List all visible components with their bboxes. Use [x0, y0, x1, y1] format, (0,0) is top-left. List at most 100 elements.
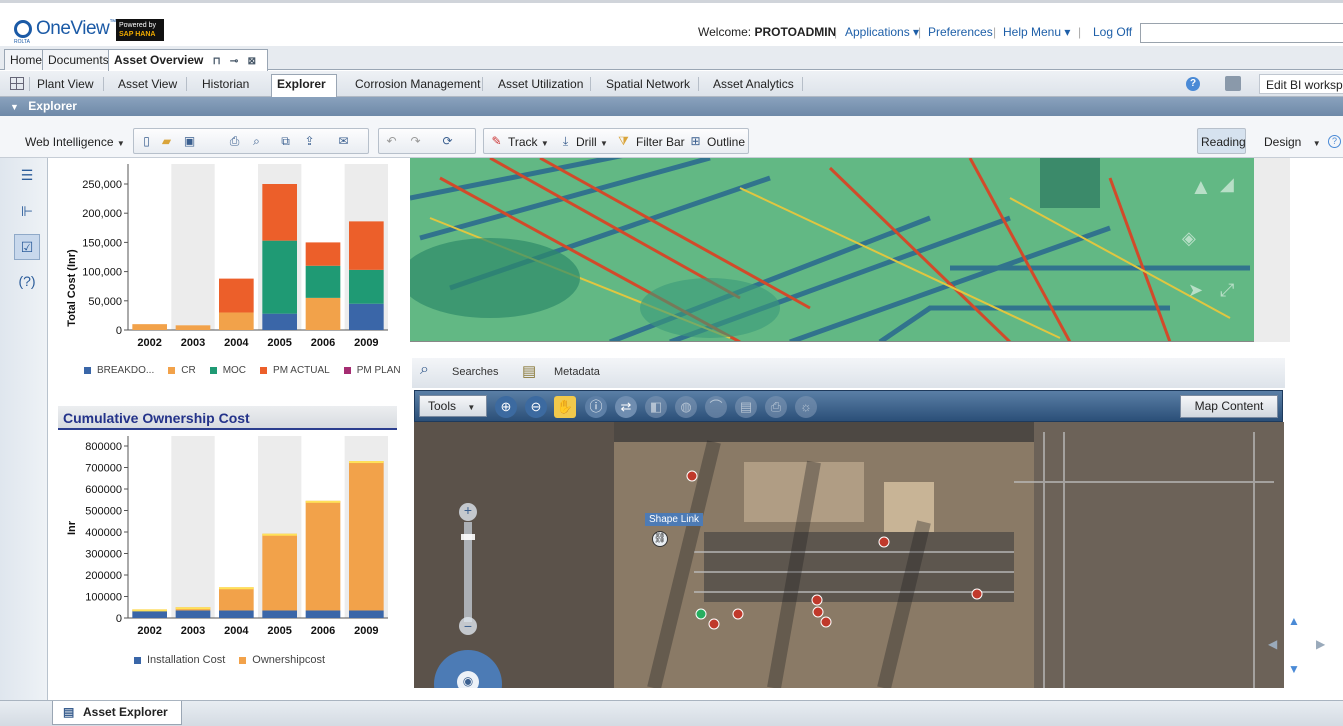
bar-segment[interactable] — [305, 500, 341, 611]
bar-segment[interactable] — [349, 610, 384, 618]
rotate-icon[interactable]: ◢ — [1220, 174, 1234, 195]
tab-explorer[interactable]: Explorer — [277, 77, 326, 91]
navigation-map-icon[interactable]: ⊩ — [14, 198, 40, 224]
web-intelligence-menu[interactable]: Web Intelligence ▼ — [25, 135, 125, 149]
find-icon[interactable]: ⌕ — [249, 134, 264, 148]
measure-icon[interactable]: ⌒ — [705, 396, 727, 418]
map-content-button[interactable]: Map Content — [1180, 395, 1278, 418]
applications-menu[interactable]: Applications ▾ — [845, 25, 919, 39]
history-icon[interactable]: ⧉ — [278, 134, 293, 148]
bar-segment[interactable] — [262, 533, 297, 611]
tools-menu[interactable]: Tools ▼ — [419, 395, 487, 417]
explorer-section-header[interactable]: ▼ Explorer — [0, 97, 1343, 116]
help-icon[interactable]: ? — [1186, 77, 1200, 91]
link-icon[interactable]: ⛓ — [652, 531, 668, 547]
tab-plant-view[interactable]: Plant View — [37, 77, 93, 91]
tab-asset-view[interactable]: Asset View — [118, 77, 177, 91]
bar-segment[interactable] — [305, 297, 341, 330]
open-folder-icon[interactable]: ▰ — [159, 134, 174, 148]
plant-3d-view[interactable] — [410, 158, 1290, 342]
bar-segment[interactable] — [349, 461, 384, 611]
refresh-icon[interactable]: ⟳ — [440, 134, 455, 148]
new-document-icon[interactable]: ▯ — [139, 134, 154, 148]
grid-icon[interactable] — [10, 77, 24, 90]
bar-segment[interactable] — [219, 610, 254, 618]
log-off-link[interactable]: Log Off — [1093, 25, 1132, 39]
layer-icon[interactable]: ◧ — [645, 396, 667, 418]
scroll-up-icon[interactable]: ▲ — [1288, 614, 1300, 628]
fullscreen-icon[interactable]: ⤢ — [1220, 280, 1234, 301]
tab-asset-utilization[interactable]: Asset Utilization — [498, 77, 583, 91]
drill-button[interactable]: Drill ▼ — [576, 135, 608, 149]
globe-nav-icon[interactable]: ◉ — [461, 674, 475, 688]
bar-segment[interactable] — [262, 184, 297, 241]
document-structure-icon[interactable]: ☰ — [14, 162, 40, 188]
redo-icon[interactable]: ↷ — [408, 134, 423, 148]
bar-segment[interactable] — [349, 303, 384, 330]
searches-icon[interactable]: ⌕ — [420, 361, 429, 379]
scroll-right-icon[interactable]: ▶ — [1316, 637, 1325, 651]
question-icon[interactable]: (?) — [14, 268, 40, 294]
zoom-slider-plus-icon[interactable]: + — [461, 503, 475, 517]
tab-asset-analytics[interactable]: Asset Analytics — [713, 77, 794, 91]
tab-asset-explorer[interactable]: ▤ Asset Explorer — [52, 701, 182, 725]
tab-documents[interactable]: Documents — [42, 49, 115, 70]
bar-segment[interactable] — [305, 265, 341, 298]
info-icon[interactable]: ⓘ — [585, 396, 607, 418]
track-button[interactable]: Track ▼ — [508, 135, 549, 149]
input-controls-icon[interactable]: ☑ — [14, 234, 40, 260]
bar-segment[interactable] — [175, 610, 211, 618]
bar-segment[interactable] — [305, 610, 341, 618]
print-icon[interactable] — [1225, 76, 1241, 91]
bulb-icon[interactable]: ☼ — [795, 396, 817, 418]
reading-mode-button[interactable]: Reading — [1201, 135, 1246, 149]
metadata-tab[interactable]: Metadata — [554, 366, 600, 378]
zoom-slider-minus-icon[interactable]: − — [461, 619, 475, 633]
preferences-link[interactable]: Preferences — [928, 25, 993, 39]
export-icon[interactable]: ⇪ — [302, 134, 317, 148]
design-mode-button[interactable]: Design ▼ — [1264, 135, 1321, 149]
bar-segment[interactable] — [262, 610, 297, 618]
searches-tab[interactable]: Searches — [452, 366, 498, 378]
pointer-icon[interactable]: ➤ — [1188, 280, 1203, 301]
zoom-out-icon[interactable]: ⊖ — [525, 396, 547, 418]
bar-segment[interactable] — [262, 240, 297, 314]
scroll-left-icon[interactable]: ◀ — [1268, 637, 1277, 651]
up-arrow-icon[interactable]: ▲ — [1190, 174, 1212, 200]
help-menu[interactable]: Help Menu ▾ — [1003, 25, 1070, 39]
undo-icon[interactable]: ↶ — [384, 134, 399, 148]
bar-segment[interactable] — [219, 587, 254, 611]
filter-bar-button[interactable]: Filter Bar — [636, 135, 685, 149]
bar-segment[interactable] — [132, 610, 167, 618]
route-icon[interactable]: ⇄ — [615, 396, 637, 418]
pin-icon[interactable]: ⊸ — [230, 56, 238, 67]
pan-icon[interactable]: ◈ — [1182, 228, 1196, 249]
edit-bi-workspace-button[interactable]: Edit BI workspace — [1259, 74, 1343, 94]
3d-navigation-controls[interactable]: ▲ ◢ ◈ ➤ ⤢ — [1178, 168, 1248, 308]
scroll-down-icon[interactable]: ▼ — [1288, 662, 1300, 676]
save-icon[interactable]: ▣ — [182, 134, 197, 148]
collapse-icon[interactable]: ▼ — [10, 102, 19, 112]
metadata-icon[interactable]: ▤ — [522, 362, 536, 380]
bar-segment[interactable] — [175, 325, 211, 330]
bar-segment[interactable] — [349, 221, 384, 270]
track-icon[interactable]: ✎ — [489, 134, 504, 148]
search-input[interactable] — [1140, 23, 1343, 43]
email-icon[interactable]: ✉ — [336, 134, 351, 148]
outline-icon[interactable]: ⊞ — [688, 134, 703, 148]
tab-asset-overview[interactable]: Asset Overview ⊓ ⊸ ⊠ — [108, 49, 268, 71]
print-map-icon[interactable]: ⎙ — [765, 396, 787, 418]
pan-hand-icon[interactable]: ✋ — [554, 396, 576, 418]
tab-corrosion-management[interactable]: Corrosion Management — [355, 77, 480, 91]
tab-historian[interactable]: Historian — [202, 77, 249, 91]
printer-icon[interactable]: ⎙ — [227, 134, 242, 148]
satellite-map[interactable] — [414, 422, 1284, 688]
outline-button[interactable]: Outline — [707, 135, 745, 149]
bar-segment[interactable] — [305, 242, 341, 266]
globe-tool-icon[interactable]: ◍ — [675, 396, 697, 418]
bar-segment[interactable] — [132, 324, 167, 330]
close-icon[interactable]: ⊠ — [248, 56, 256, 67]
bar-segment[interactable] — [219, 278, 254, 313]
bar-segment[interactable] — [349, 269, 384, 304]
zoom-in-icon[interactable]: ⊕ — [495, 396, 517, 418]
